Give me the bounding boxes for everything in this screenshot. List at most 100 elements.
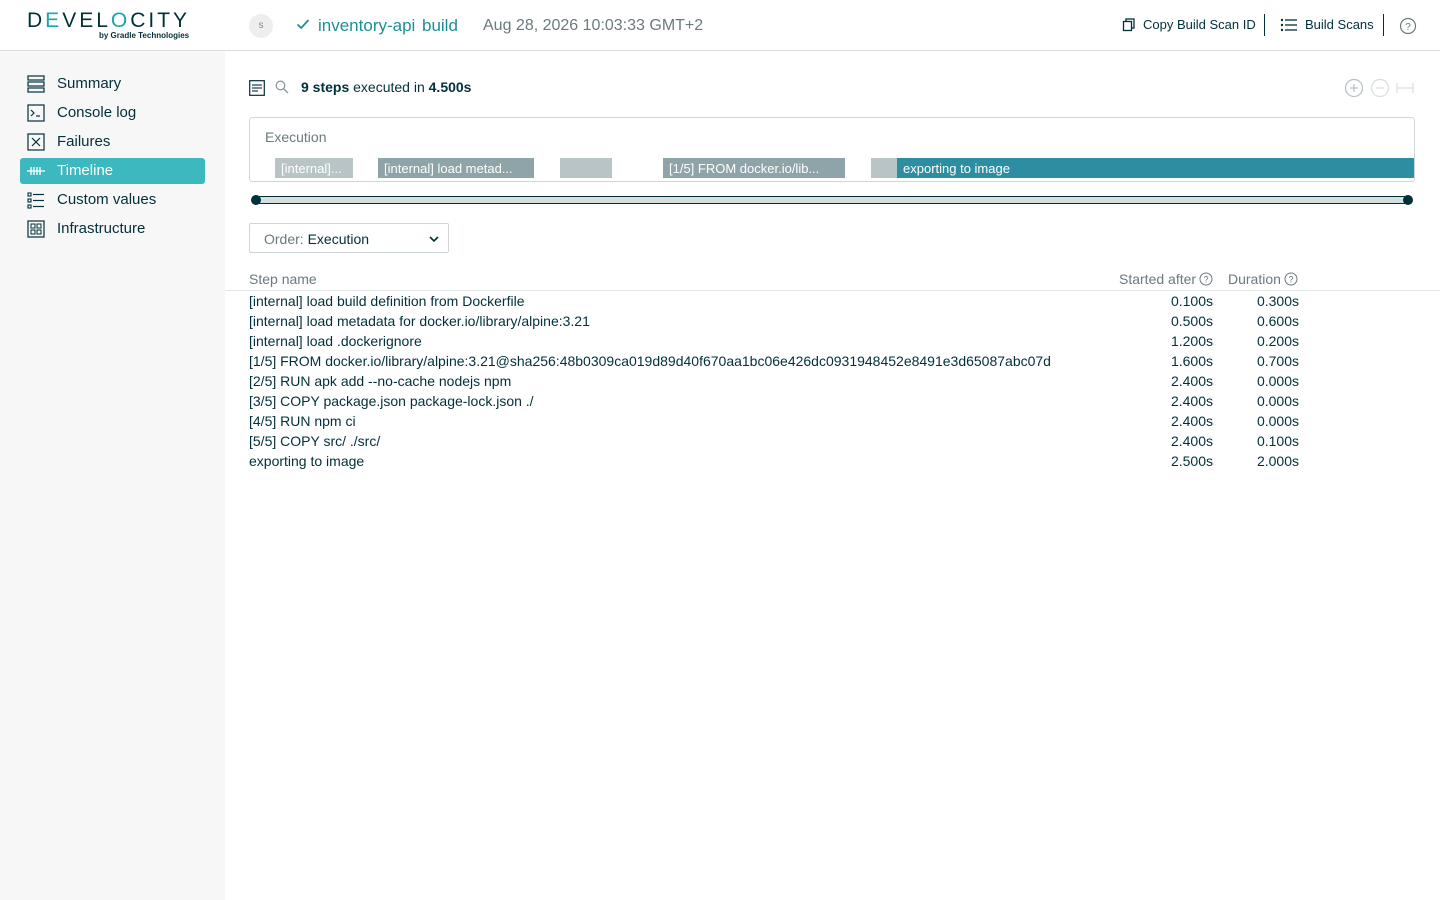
step-duration: 0.300s: [1256, 293, 1299, 309]
step-name: [4/5] RUN npm ci: [249, 413, 356, 429]
step-started-after: 0.500s: [1170, 313, 1213, 329]
copy-icon[interactable]: [1122, 18, 1136, 32]
slider-start-handle[interactable]: [251, 195, 261, 205]
step-duration: 0.700s: [1256, 353, 1299, 369]
step-duration: 0.600s: [1256, 313, 1299, 329]
table-row[interactable]: [5/5] COPY src/ ./src/ 2.400s 0.100s: [225, 431, 1440, 451]
step-duration: 0.000s: [1256, 373, 1299, 389]
execution-title: Execution: [265, 129, 327, 145]
order-select-text: Order: Execution: [264, 231, 370, 247]
timeline-bar[interactable]: [1/5] FROM docker.io/lib...: [663, 158, 845, 178]
sidebar-item-infrastructure[interactable]: Infrastructure: [20, 216, 205, 242]
sidebar-item-custom-values[interactable]: Custom values: [20, 187, 205, 213]
step-started-after: 2.500s: [1170, 453, 1213, 469]
infrastructure-icon: [27, 220, 45, 238]
table-row[interactable]: [internal] load build definition from Do…: [225, 291, 1440, 311]
list-icon[interactable]: [1280, 18, 1298, 32]
table-row[interactable]: [2/5] RUN apk add --no-cache nodejs npm …: [225, 371, 1440, 391]
help-icon[interactable]: ?: [1399, 17, 1417, 35]
sidebar-item-label: Custom values: [57, 191, 157, 208]
step-name: [2/5] RUN apk add --no-cache nodejs npm: [249, 373, 512, 389]
step-duration: 0.000s: [1256, 393, 1299, 409]
console-icon: [27, 104, 45, 122]
help-icon[interactable]: ?: [1284, 272, 1298, 286]
step-duration: 0.200s: [1256, 333, 1299, 349]
column-duration[interactable]: Duration?: [1228, 271, 1298, 287]
develocity-logo[interactable]: DEVELOCITY by Gradle Technologies: [27, 10, 197, 42]
timeline-icon: [27, 167, 45, 175]
logo-wordmark: DEVELOCITY: [27, 9, 191, 32]
sidebar-item-label: Timeline: [57, 162, 114, 179]
build-scans-button[interactable]: Build Scans: [1305, 16, 1374, 34]
step-started-after: 2.400s: [1170, 413, 1213, 429]
table-row[interactable]: [3/5] COPY package.json package-lock.jso…: [225, 391, 1440, 411]
sidebar-item-label: Failures: [57, 133, 111, 150]
logo-subtitle: by Gradle Technologies: [99, 31, 190, 40]
details-icon[interactable]: [249, 80, 265, 96]
step-duration: 0.000s: [1256, 413, 1299, 429]
sidebar-item-label: Infrastructure: [57, 220, 146, 237]
timeline-bar[interactable]: exporting to image: [897, 158, 1414, 178]
summary-icon: [27, 75, 45, 93]
custom-values-icon: [27, 192, 44, 209]
table-row[interactable]: [4/5] RUN npm ci 2.400s 0.000s: [225, 411, 1440, 431]
chevron-down-icon: [429, 236, 439, 243]
sidebar-item-timeline[interactable]: Timeline: [20, 158, 205, 184]
step-name: [internal] load .dockerignore: [249, 333, 422, 349]
timeline-bar[interactable]: [560, 158, 612, 178]
project-name[interactable]: inventory-api: [318, 16, 415, 36]
svg-text:?: ?: [1204, 275, 1209, 285]
steps-summary: 9 steps executed in 4.500s: [301, 79, 472, 95]
help-icon[interactable]: ?: [1199, 272, 1213, 286]
step-name: [1/5] FROM docker.io/library/alpine:3.21…: [249, 353, 1051, 369]
timeline-bar[interactable]: [internal] load metad...: [378, 158, 534, 178]
timeline-range-slider[interactable]: [249, 195, 1415, 205]
timeline-bar[interactable]: [internal]...: [275, 158, 353, 178]
build-timestamp: Aug 28, 2026 10:03:33 GMT+2: [483, 17, 704, 34]
main-content: 9 steps executed in 4.500s Execution [in…: [225, 51, 1440, 900]
copy-build-scan-id-button[interactable]: Copy Build Scan ID: [1143, 16, 1256, 34]
slider-end-handle[interactable]: [1403, 195, 1413, 205]
step-started-after: 1.600s: [1170, 353, 1213, 369]
zoom-out-icon[interactable]: [1370, 78, 1390, 98]
svg-text:?: ?: [1405, 22, 1411, 33]
sidebar-item-label: Summary: [57, 75, 122, 92]
avatar[interactable]: s: [249, 14, 273, 38]
table-row[interactable]: [internal] load metadata for docker.io/l…: [225, 311, 1440, 331]
column-step-name[interactable]: Step name: [249, 271, 317, 287]
sidebar-item-console-log[interactable]: Console log: [20, 100, 205, 126]
failures-icon: [27, 133, 45, 151]
step-started-after: 2.400s: [1170, 373, 1213, 389]
check-icon: [296, 19, 310, 30]
step-started-after: 2.400s: [1170, 433, 1213, 449]
fit-width-icon[interactable]: [1395, 78, 1415, 98]
step-name: exporting to image: [249, 453, 365, 469]
step-duration: 0.100s: [1256, 433, 1299, 449]
table-row[interactable]: [internal] load .dockerignore 1.200s 0.2…: [225, 331, 1440, 351]
sidebar-item-label: Console log: [57, 104, 137, 121]
step-duration: 2.000s: [1256, 453, 1299, 469]
table-row[interactable]: [1/5] FROM docker.io/library/alpine:3.21…: [225, 351, 1440, 371]
timeline-bar[interactable]: [871, 158, 897, 178]
sidebar-item-failures[interactable]: Failures: [20, 129, 205, 155]
search-icon[interactable]: [275, 80, 289, 94]
sidebar-item-summary[interactable]: Summary: [20, 71, 205, 97]
steps-table-body: [internal] load build definition from Do…: [225, 291, 1440, 471]
execution-timeline: Execution [internal]... [internal] load …: [249, 117, 1415, 182]
step-started-after: 1.200s: [1170, 333, 1213, 349]
step-name: [5/5] COPY src/ ./src/: [249, 433, 381, 449]
step-name: [internal] load build definition from Do…: [249, 293, 525, 309]
task-name[interactable]: build: [422, 16, 458, 36]
step-started-after: 0.100s: [1170, 293, 1213, 309]
svg-text:?: ?: [1288, 275, 1293, 285]
table-row[interactable]: exporting to image 2.500s 2.000s: [225, 451, 1440, 471]
header-divider: [1264, 14, 1265, 36]
order-select[interactable]: Order: Execution: [249, 223, 449, 253]
slider-track[interactable]: [252, 196, 1412, 204]
column-started-after[interactable]: Started after?: [1119, 271, 1213, 287]
zoom-in-icon[interactable]: [1344, 78, 1364, 98]
step-name: [3/5] COPY package.json package-lock.jso…: [249, 393, 534, 409]
steps-table-header: Step name Started after? Duration?: [225, 269, 1440, 291]
sidebar: Summary Console log Failures Timeline Cu…: [0, 51, 225, 900]
header-divider: [1383, 14, 1384, 36]
